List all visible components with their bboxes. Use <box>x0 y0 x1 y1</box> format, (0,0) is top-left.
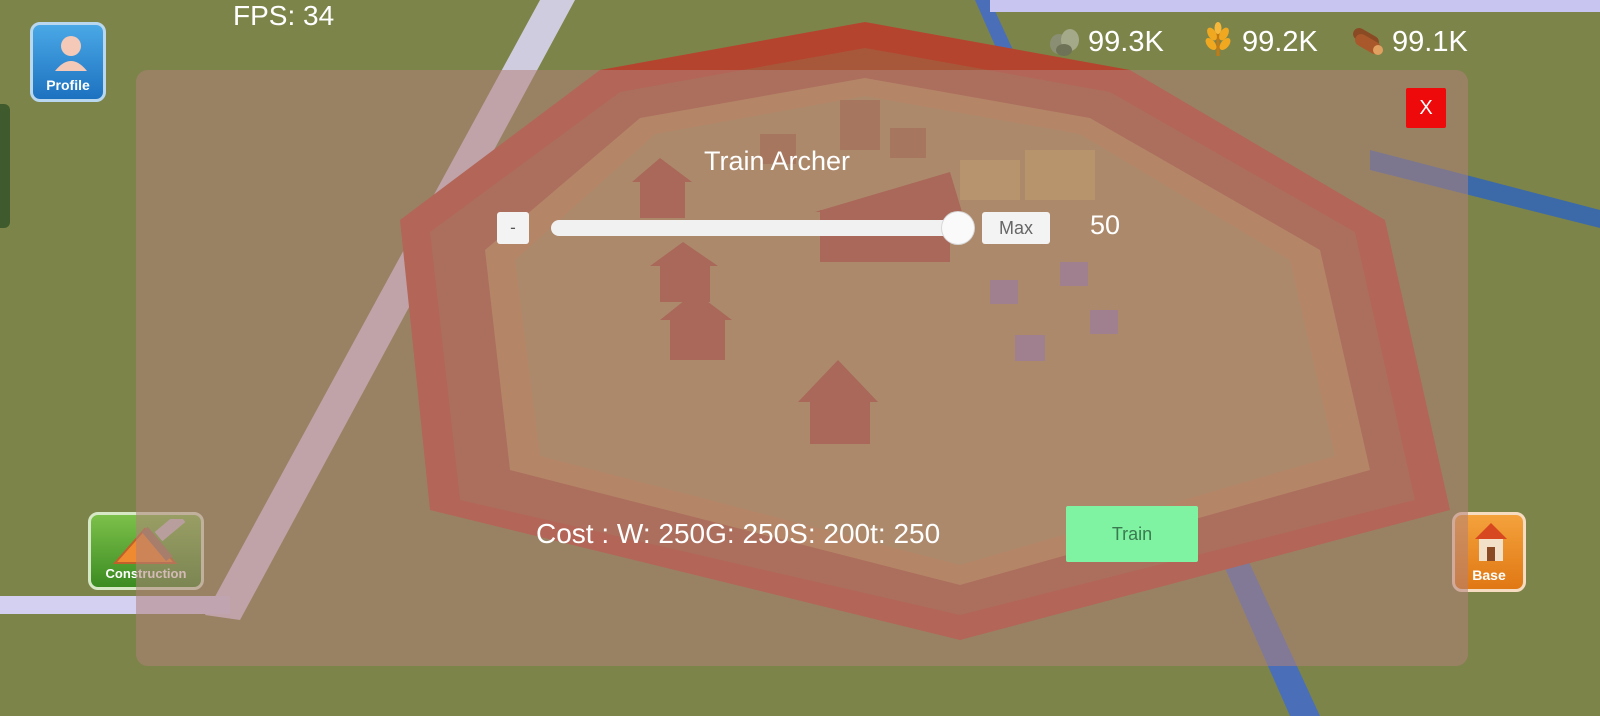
stone-value: 99.3K <box>1088 25 1164 58</box>
wheat-value: 99.2K <box>1242 25 1318 58</box>
resource-wood: 99.1K <box>1348 22 1468 62</box>
profile-button[interactable]: Profile <box>30 22 106 102</box>
fps-counter: FPS: 34 <box>233 0 335 31</box>
dialog-title: Train Archer <box>703 146 851 176</box>
profile-label: Profile <box>46 77 90 93</box>
wheat-icon <box>1200 21 1236 63</box>
house-icon <box>1471 521 1511 570</box>
wood-logs-icon <box>1348 22 1386 63</box>
stone-icon <box>1046 22 1082 63</box>
quantity-slider-track[interactable] <box>551 220 958 236</box>
resource-wheat: 99.2K <box>1200 21 1318 63</box>
max-button[interactable]: Max <box>982 212 1050 244</box>
side-drawer-tab[interactable] <box>0 104 10 228</box>
quantity-value: 50 <box>1090 210 1121 240</box>
resource-stone: 99.3K <box>1046 22 1164 62</box>
wood-value: 99.1K <box>1392 25 1468 58</box>
quantity-slider-handle[interactable] <box>942 212 974 244</box>
user-icon <box>52 33 90 78</box>
train-button[interactable]: Train <box>1066 506 1198 562</box>
decrease-button[interactable]: - <box>497 212 529 244</box>
close-button[interactable]: X <box>1406 88 1446 128</box>
cost-label: Cost : W: 250G: 250S: 200t: 250 <box>536 518 941 549</box>
